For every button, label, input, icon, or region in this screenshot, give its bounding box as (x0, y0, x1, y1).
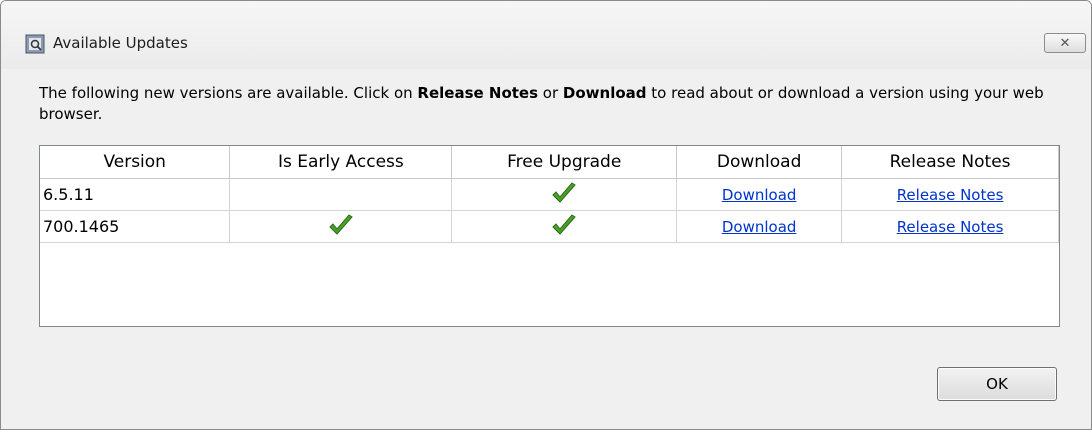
cell-release-notes: Release Notes (841, 210, 1059, 243)
cell-free-upgrade (451, 178, 678, 211)
instructions-text: The following new versions are available… (39, 83, 1069, 125)
instructions-bold-release-notes: Release Notes (417, 84, 539, 102)
instructions-part: The following new versions are available… (39, 84, 418, 102)
available-updates-dialog: Available Updates ✕ The following new ve… (0, 0, 1092, 430)
updates-table[interactable]: Version Is Early Access Free Upgrade Dow… (39, 145, 1060, 327)
table-row[interactable]: 6.5.11 Download Release Notes (40, 178, 1059, 211)
check-icon (329, 214, 353, 235)
cell-early-access (229, 210, 453, 243)
column-header-release-notes[interactable]: Release Notes (841, 146, 1059, 179)
column-header-download[interactable]: Download (676, 146, 843, 179)
instructions-bold-download: Download (562, 84, 647, 102)
check-icon (552, 182, 576, 203)
ok-button[interactable]: OK (937, 367, 1057, 401)
app-icon (25, 34, 45, 54)
cell-free-upgrade (451, 210, 678, 243)
cell-version: 6.5.11 (40, 178, 231, 211)
cell-version: 700.1465 (40, 210, 231, 243)
column-header-version[interactable]: Version (40, 146, 231, 179)
table-header-row: Version Is Early Access Free Upgrade Dow… (40, 146, 1059, 179)
close-icon: ✕ (1059, 35, 1071, 51)
check-icon (552, 214, 576, 235)
cell-download: Download (676, 178, 843, 211)
release-notes-link[interactable]: Release Notes (897, 218, 1004, 236)
title-bar[interactable]: Available Updates ✕ (1, 1, 1091, 69)
instructions-part: or (538, 84, 563, 102)
table-row[interactable]: 700.1465 Download Release Notes (40, 210, 1059, 243)
download-link[interactable]: Download (722, 186, 797, 204)
cell-early-access (229, 178, 453, 211)
column-header-early-access[interactable]: Is Early Access (229, 146, 453, 179)
close-button[interactable]: ✕ (1044, 33, 1086, 53)
release-notes-link[interactable]: Release Notes (897, 186, 1004, 204)
column-header-free-upgrade[interactable]: Free Upgrade (451, 146, 678, 179)
cell-release-notes: Release Notes (841, 178, 1059, 211)
download-link[interactable]: Download (722, 218, 797, 236)
window-title: Available Updates (53, 34, 188, 52)
cell-download: Download (676, 210, 843, 243)
